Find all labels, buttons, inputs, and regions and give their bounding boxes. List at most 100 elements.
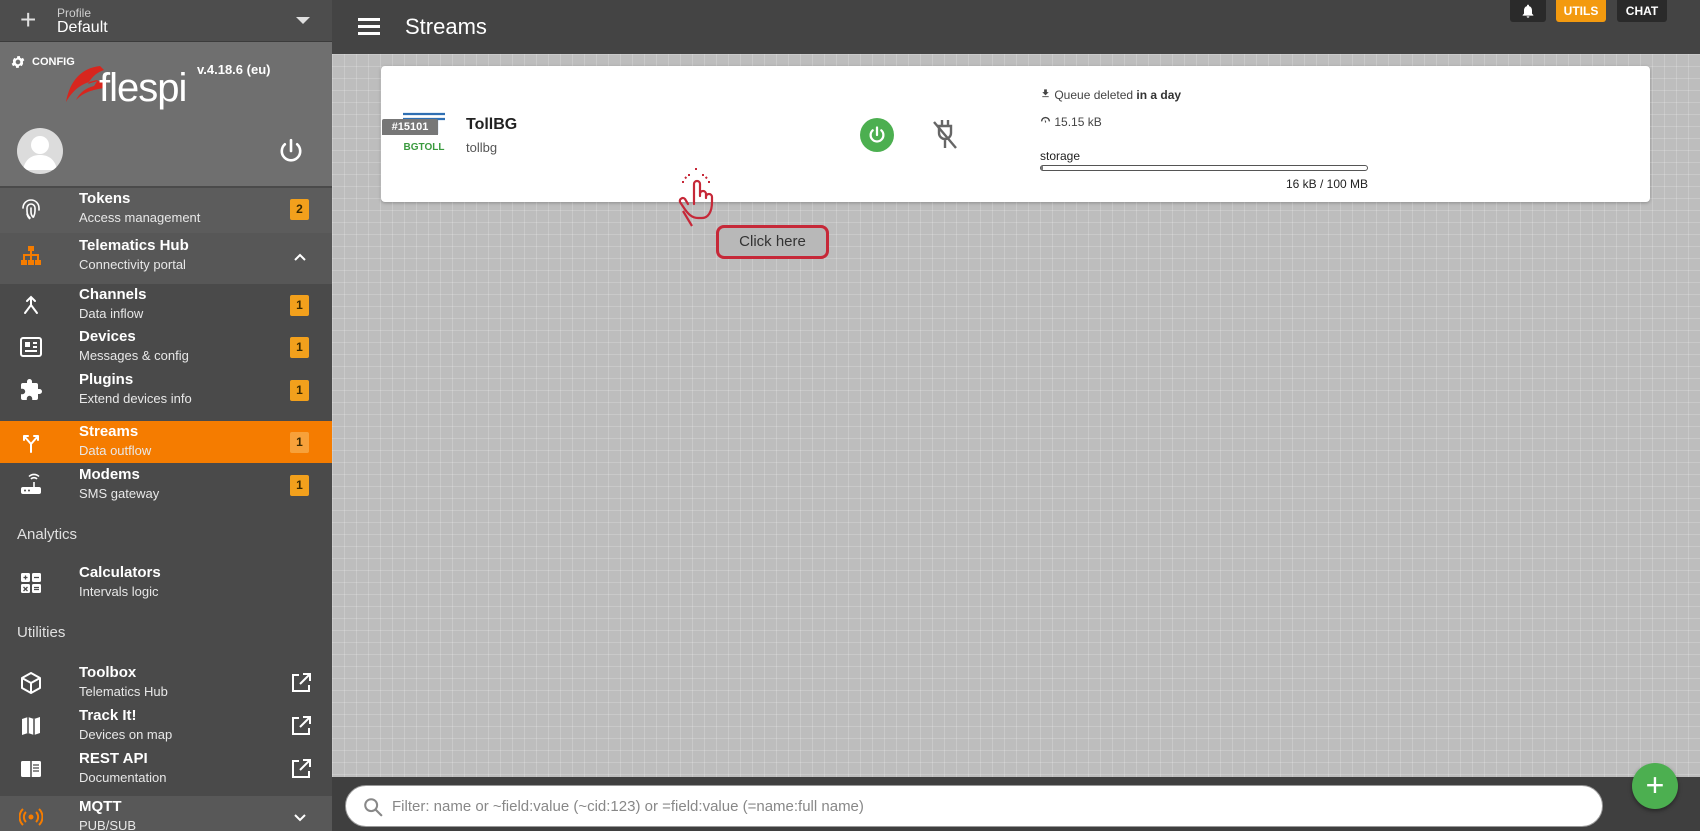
queue-time: in a day xyxy=(1136,88,1182,102)
stream-toggle-button[interactable] xyxy=(860,118,894,152)
stream-name: TollBG xyxy=(466,116,518,133)
count-badge: 2 xyxy=(290,199,309,220)
count-badge: 1 xyxy=(290,380,309,401)
nav-item-toolbox[interactable]: Toolbox Telematics Hub xyxy=(0,662,332,704)
nav-item-rest-api[interactable]: REST API Documentation xyxy=(0,748,332,790)
speedometer-icon xyxy=(1040,116,1051,123)
router-icon xyxy=(21,473,41,494)
download-icon xyxy=(1042,89,1049,98)
utils-button[interactable]: UTILS xyxy=(1556,0,1606,22)
storage-progress-fill xyxy=(1041,166,1043,170)
add-icon[interactable]: + xyxy=(20,6,36,34)
queue-status: Queue deleted in a day xyxy=(1040,88,1181,102)
nav-subtitle: Documentation xyxy=(79,770,167,785)
nav-subtitle: Extend devices info xyxy=(79,391,192,406)
stream-size: 15.15 kB xyxy=(1040,115,1102,129)
user-icon xyxy=(23,136,57,170)
nav-subtitle: Data inflow xyxy=(79,306,144,321)
bottom-bar xyxy=(332,777,1700,831)
chat-button[interactable]: CHAT xyxy=(1617,0,1667,22)
fingerprint-icon xyxy=(22,199,40,220)
nav-title: MQTT xyxy=(79,798,122,815)
nav-item-calculators[interactable]: Calculators Intervals logic xyxy=(0,562,332,604)
hierarchy-icon xyxy=(21,246,41,265)
nav-item-plugins[interactable]: Plugins Extend devices info 1 xyxy=(0,369,332,411)
queue-prefix: Queue deleted xyxy=(1054,88,1134,102)
calculator-icon xyxy=(21,573,41,593)
logo-text: flespi xyxy=(99,66,187,110)
nav-item-tokens[interactable]: Tokens Access management 2 xyxy=(0,188,332,230)
nav-title: Toolbox xyxy=(79,664,137,681)
plus-icon: + xyxy=(1645,767,1665,803)
nav-subtitle: PUB/SUB xyxy=(79,818,137,831)
storage-label: storage xyxy=(1040,149,1081,163)
size-value: 15.15 kB xyxy=(1054,115,1102,129)
count-badge: 1 xyxy=(290,337,309,358)
nav-title: Telematics Hub xyxy=(79,237,189,254)
nav-subtitle: Devices on map xyxy=(79,727,173,742)
storage-progress-bar xyxy=(1040,165,1368,171)
nav-subtitle: Intervals logic xyxy=(79,584,159,599)
section-label-utilities: Utilities xyxy=(17,624,66,641)
nav-subtitle: Connectivity portal xyxy=(79,257,186,272)
filter-search-box[interactable] xyxy=(345,785,1603,827)
open-external-icon[interactable] xyxy=(289,714,313,738)
map-icon xyxy=(22,717,40,735)
streams-workspace: BGTOLL TollBG tollbg Queue deleted in a … xyxy=(332,54,1700,777)
storage-value: 16 kB / 100 MB xyxy=(1285,177,1368,191)
nav-subtitle: Telematics Hub xyxy=(79,684,168,699)
nav-item-streams[interactable]: Streams Data outflow 1 xyxy=(0,421,332,463)
click-here-callout: Click here xyxy=(716,225,829,259)
bgtoll-logo-text: BGTOLL xyxy=(404,142,445,153)
profile-name: Default xyxy=(57,19,108,36)
stream-id-tag: #15101 xyxy=(382,119,438,135)
nav-title: REST API xyxy=(79,750,148,767)
chevron-down-icon[interactable] xyxy=(292,810,308,826)
filter-input[interactable] xyxy=(392,794,1572,818)
section-label-analytics: Analytics xyxy=(17,526,78,543)
sidebar: + Profile Default CONFIG flespi v.4.18.6… xyxy=(0,0,332,831)
profile-label: Profile xyxy=(57,6,92,20)
nav-title: Plugins xyxy=(79,371,134,388)
count-badge: 1 xyxy=(290,475,309,496)
device-icon xyxy=(20,337,42,357)
add-stream-button[interactable]: + xyxy=(1632,763,1678,809)
nav-title: Track It! xyxy=(79,707,137,724)
nav-item-modems[interactable]: Modems SMS gateway 1 xyxy=(0,464,332,506)
nav-item-devices[interactable]: Devices Messages & config 1 xyxy=(0,326,332,368)
nav-title: Modems xyxy=(79,466,140,483)
open-external-icon[interactable] xyxy=(289,671,313,695)
notifications-button[interactable] xyxy=(1510,0,1546,22)
hamburger-menu-icon[interactable] xyxy=(358,18,380,36)
broadcast-icon xyxy=(19,808,43,826)
nav-subtitle: SMS gateway xyxy=(79,486,160,501)
disconnected-plug-icon[interactable] xyxy=(930,118,960,150)
nav-title: Streams xyxy=(79,423,139,440)
split-arrows-icon xyxy=(23,435,39,453)
nav-subtitle: Data outflow xyxy=(79,443,152,458)
logout-power-icon[interactable] xyxy=(278,138,304,164)
avatar[interactable] xyxy=(17,128,63,174)
profile-selector[interactable]: + Profile Default xyxy=(0,0,332,42)
search-icon xyxy=(364,798,383,817)
bell-icon xyxy=(1522,4,1534,18)
chevron-up-icon[interactable] xyxy=(292,249,308,265)
cube-icon xyxy=(21,672,41,694)
open-external-icon[interactable] xyxy=(289,757,313,781)
nav-item-track-it[interactable]: Track It! Devices on map xyxy=(0,705,332,747)
count-badge: 1 xyxy=(290,432,309,453)
nav-item-mqtt[interactable]: MQTT PUB/SUB xyxy=(0,796,332,831)
pointing-hand-icon xyxy=(678,168,714,227)
dropdown-arrow-icon[interactable] xyxy=(296,17,310,24)
brand-area: CONFIG flespi v.4.18.6 (eu) xyxy=(0,42,332,186)
page-title: Streams xyxy=(405,14,487,39)
nav-item-channels[interactable]: Channels Data inflow 1 xyxy=(0,284,332,326)
power-icon xyxy=(869,126,885,143)
nav-subtitle: Access management xyxy=(79,210,201,225)
stream-subtitle: tollbg xyxy=(466,140,498,155)
stream-card[interactable]: BGTOLL TollBG tollbg Queue deleted in a … xyxy=(381,66,1650,202)
nav-title: Tokens xyxy=(79,190,131,207)
nav-item-telematics-hub[interactable]: Telematics Hub Connectivity portal xyxy=(0,235,332,277)
count-badge: 1 xyxy=(290,295,309,316)
nav-title: Devices xyxy=(79,328,136,345)
